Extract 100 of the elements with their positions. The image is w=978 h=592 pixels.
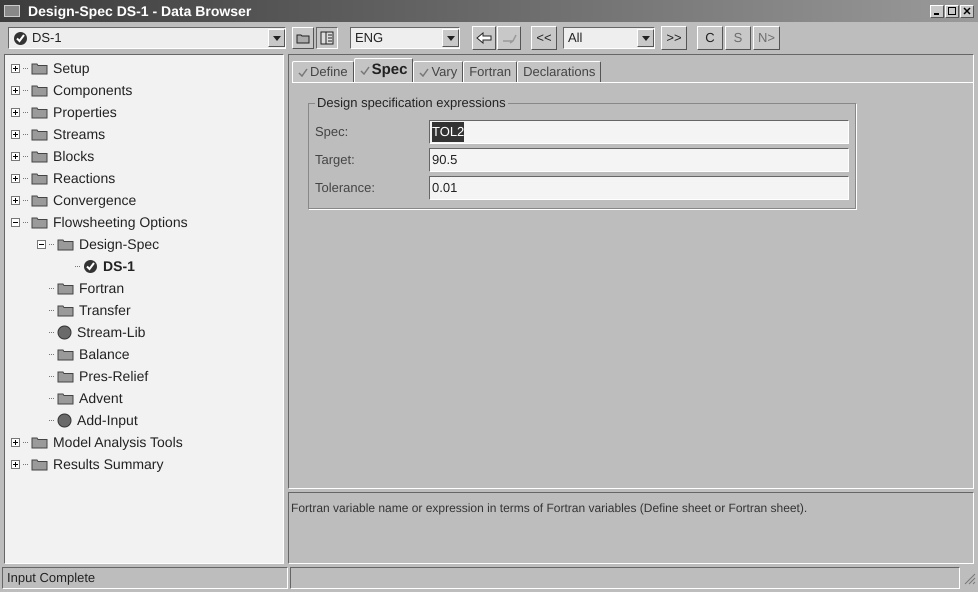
window-icon	[4, 5, 20, 17]
expand-icon[interactable]	[11, 64, 20, 72]
tree-item[interactable]: Convergence	[51, 192, 138, 208]
tree-item[interactable]: Flowsheeting Options	[51, 214, 190, 230]
tree-item[interactable]: Add-Input	[75, 412, 140, 428]
expand-icon[interactable]	[11, 460, 20, 468]
minimize-button[interactable]	[930, 4, 944, 18]
check-icon	[13, 30, 28, 46]
collapse-icon[interactable]	[11, 218, 20, 226]
tree-item[interactable]: Model Analysis Tools	[51, 434, 185, 450]
folder-icon	[31, 216, 48, 228]
input-field[interactable]: 0.01	[429, 176, 849, 200]
field-value: TOL2	[432, 122, 464, 142]
tree-item[interactable]: DS-1	[101, 258, 137, 274]
previous-button[interactable]: <<	[531, 26, 557, 50]
group-title: Design specification expressions	[315, 95, 508, 111]
next-button[interactable]: >>	[661, 26, 687, 50]
checkmark-icon	[419, 68, 430, 76]
tree-item[interactable]: Streams	[51, 126, 108, 142]
object-select[interactable]: DS-1	[8, 27, 286, 49]
close-button[interactable]	[960, 4, 974, 18]
folder-icon	[31, 436, 48, 448]
expand-icon[interactable]	[11, 86, 20, 94]
folder-icon	[31, 194, 48, 206]
units-select[interactable]: ENG	[350, 27, 460, 49]
split-view-button[interactable]	[316, 27, 338, 49]
close-icon	[963, 7, 971, 15]
field-label: Tolerance:	[315, 179, 376, 198]
folder-icon	[57, 370, 74, 382]
tree-item[interactable]: Properties	[51, 104, 119, 120]
folder-icon	[57, 348, 74, 360]
folder-icon	[31, 458, 48, 470]
expand-icon[interactable]	[11, 438, 20, 446]
dropdown-button[interactable]	[637, 29, 654, 47]
expand-icon[interactable]	[11, 174, 20, 182]
filter-select[interactable]: All	[563, 27, 655, 49]
field-label: Spec:	[315, 123, 350, 142]
circle-icon	[57, 324, 72, 340]
dropdown-button[interactable]	[442, 29, 459, 47]
dropdown-button[interactable]	[268, 29, 285, 47]
tree-item[interactable]: Transfer	[77, 302, 133, 318]
description-text: Fortran variable name or expression in terms of Fortran variables (Define sheet or Fortran sheet).	[291, 501, 808, 515]
caret-icon	[446, 36, 454, 40]
folder-icon	[57, 238, 74, 250]
tree-item[interactable]: Pres-Relief	[77, 368, 150, 384]
check-icon	[83, 258, 98, 274]
tree-item[interactable]: Advent	[77, 390, 125, 406]
toolbar-button[interactable]: C	[697, 26, 723, 50]
field-label: Target:	[315, 151, 356, 170]
maximize-icon	[948, 7, 956, 15]
tab[interactable]: Declarations	[517, 61, 602, 82]
input-field[interactable]: TOL2	[429, 120, 849, 144]
resize-grip-icon	[962, 571, 976, 585]
tree-item[interactable]: Setup	[51, 60, 92, 76]
tab[interactable]: Define	[292, 61, 354, 82]
expand-icon[interactable]	[11, 108, 20, 116]
expand-icon[interactable]	[11, 152, 20, 160]
caret-icon	[642, 36, 650, 40]
filter-select-value: All	[568, 29, 584, 48]
checkmark-icon	[298, 68, 308, 76]
object-select-value: DS-1	[32, 29, 63, 48]
folder-icon	[31, 106, 48, 118]
folder-icon	[57, 304, 74, 316]
field-value: 0.01	[432, 179, 458, 198]
folder-icon	[31, 150, 48, 162]
folder-icon	[31, 128, 48, 140]
folder-icon	[31, 172, 48, 184]
collapse-icon[interactable]	[37, 240, 46, 248]
tree-item[interactable]: Blocks	[51, 148, 96, 164]
checkmark-icon	[360, 66, 370, 75]
window-title: Design-Spec DS-1 - Data Browser	[28, 2, 252, 21]
tree-item[interactable]: Balance	[77, 346, 132, 362]
folder-icon	[57, 392, 74, 404]
tab[interactable]: Spec	[354, 58, 414, 82]
tree-item[interactable]: Fortran	[77, 280, 126, 296]
circle-icon	[57, 412, 72, 428]
input-field[interactable]: 90.5	[429, 148, 849, 172]
folder-icon	[57, 282, 74, 294]
units-select-value: ENG	[355, 29, 384, 48]
folder-up-button[interactable]	[292, 27, 314, 49]
tree-item[interactable]: Reactions	[51, 170, 118, 186]
tree-item[interactable]: Stream-Lib	[75, 324, 148, 340]
back-button[interactable]	[472, 26, 496, 50]
tree-item[interactable]: Components	[51, 82, 134, 98]
back-arrow-icon	[476, 32, 492, 44]
tree-item[interactable]: Results Summary	[51, 456, 166, 472]
status-bar: Input Complete	[2, 567, 288, 589]
folder-icon	[296, 32, 310, 44]
folder-icon	[31, 62, 48, 74]
expand-icon[interactable]	[11, 196, 20, 204]
tab[interactable]: Vary	[413, 61, 464, 82]
expand-icon[interactable]	[11, 130, 20, 138]
caret-icon	[272, 36, 280, 40]
maximize-button[interactable]	[945, 4, 959, 18]
split-view-icon	[320, 31, 334, 45]
tree-item[interactable]: Design-Spec	[77, 236, 162, 252]
field-value: 90.5	[432, 151, 458, 170]
forward-arrow-icon	[501, 32, 517, 44]
folder-icon	[31, 84, 48, 96]
tab[interactable]: Fortran	[463, 61, 518, 82]
